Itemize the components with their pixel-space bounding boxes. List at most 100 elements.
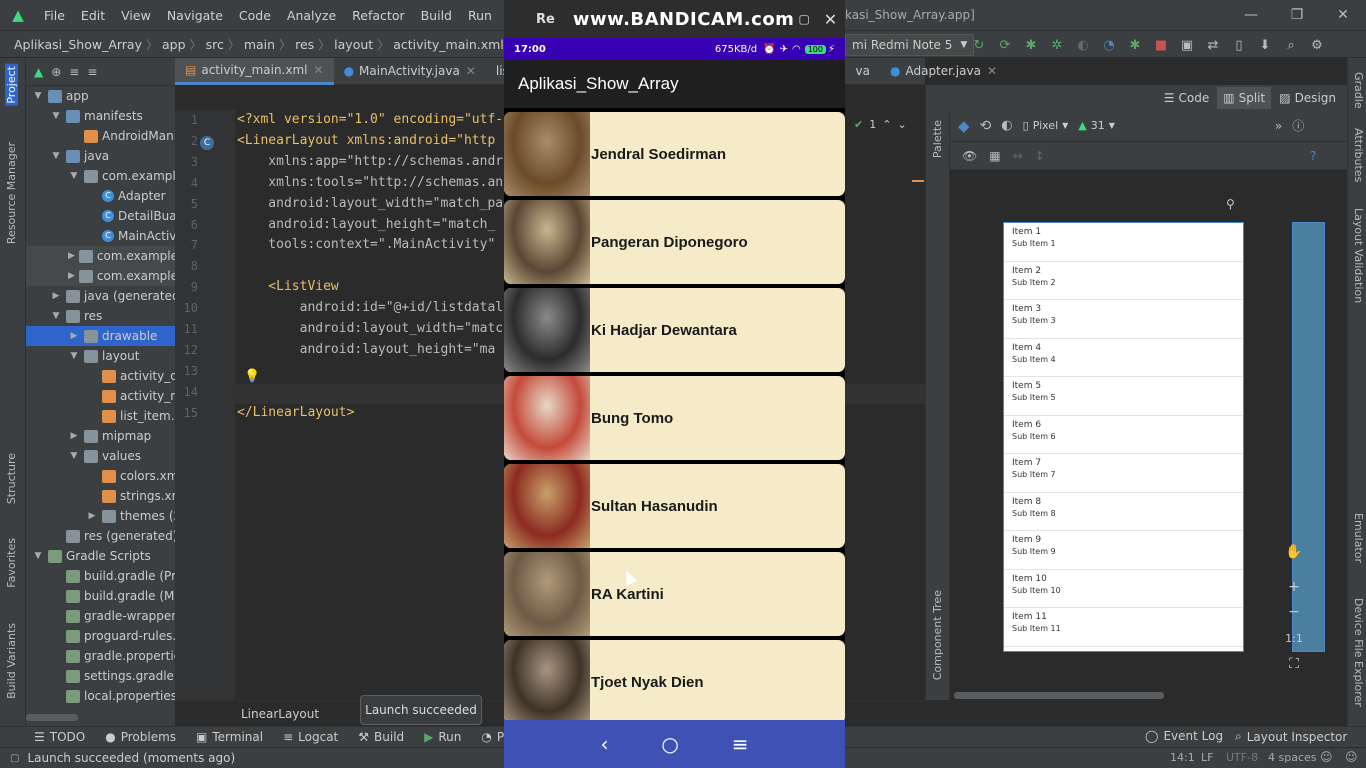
code-line[interactable]: tools:context=".MainActivity" xyxy=(237,237,495,252)
zoom-actual-button[interactable]: 1:1 xyxy=(1281,627,1307,649)
horizontal-resize-icon[interactable]: ↔ xyxy=(1013,149,1023,163)
tree-item[interactable]: ▼ java xyxy=(50,146,110,166)
android-studio-logo-icon[interactable]: ▲ xyxy=(0,0,36,30)
collapse-all-icon[interactable]: ≡ xyxy=(87,65,97,79)
hero-list-item[interactable]: RA Kartini xyxy=(504,552,845,636)
resource-manager-tab[interactable]: Resource Manager xyxy=(5,142,18,244)
back-icon[interactable]: ‹ xyxy=(600,732,608,756)
home-icon[interactable]: ○ xyxy=(661,732,678,756)
close-tab-icon[interactable]: ✕ xyxy=(987,64,997,78)
hero-list-item[interactable]: Ki Hadjar Dewantara xyxy=(504,288,845,372)
code-line[interactable]: xmlns:tools="http://schemas.an xyxy=(237,175,503,190)
device-manager-icon[interactable]: ▯ xyxy=(1228,34,1250,56)
todo-tab[interactable]: ☰ TODO xyxy=(0,730,95,744)
hero-list-item[interactable]: Tjoet Nyak Dien xyxy=(504,640,845,720)
tree-item[interactable]: gradle-wrapper.p xyxy=(50,606,175,626)
restore-icon[interactable]: ❐ xyxy=(1274,0,1320,30)
attach-icon[interactable]: ✱ xyxy=(1124,34,1146,56)
menu-file[interactable]: File xyxy=(36,8,73,23)
collapsed-arrow-icon[interactable]: ▶ xyxy=(68,431,80,441)
palette-tab[interactable]: Palette xyxy=(931,120,944,158)
help-icon[interactable]: ? xyxy=(1310,149,1316,163)
menu-edit[interactable]: Edit xyxy=(73,8,113,23)
code-line[interactable]: android:id="@+id/listdatal xyxy=(237,300,504,315)
settings-icon[interactable]: ⚙ xyxy=(1306,34,1328,56)
problems-tab[interactable]: ● Problems xyxy=(95,730,186,744)
project-structure-icon[interactable]: ▣ xyxy=(1176,34,1198,56)
event-log-tab[interactable]: ◯ Event Log xyxy=(1135,729,1233,743)
tree-item[interactable]: build.gradle (Pro xyxy=(50,566,175,586)
tab-detail[interactable]: va xyxy=(846,58,880,85)
info-icon[interactable]: ⓘ xyxy=(1292,117,1304,134)
profiler-icon[interactable]: ◔ xyxy=(1098,34,1120,56)
tree-item[interactable]: gradle.properties xyxy=(50,646,175,666)
hero-list-item[interactable]: Sultan Hasanudin xyxy=(504,464,845,548)
preview-list-item[interactable]: Item 4 Sub Item 4 xyxy=(1004,339,1243,377)
code-view-button[interactable]: ☰ Code xyxy=(1158,87,1216,109)
expanded-arrow-icon[interactable]: ▼ xyxy=(50,311,62,321)
blueprint-icon[interactable]: ▦ xyxy=(989,149,1000,163)
code-line[interactable]: android:layout_height="ma xyxy=(237,342,496,357)
favorites-tab[interactable]: Favorites xyxy=(5,538,18,588)
maximize-icon[interactable]: ▢ xyxy=(798,12,809,26)
minimize-icon[interactable]: — xyxy=(1228,0,1274,30)
expand-all-icon[interactable]: ≡ xyxy=(69,65,79,79)
tree-item[interactable]: ▼ res xyxy=(50,306,103,326)
search-icon[interactable]: ⌕ xyxy=(1280,34,1302,56)
sync-gradle-icon[interactable]: ⇄ xyxy=(1202,34,1224,56)
tree-item[interactable]: ▶ com.example xyxy=(26,246,175,266)
collapsed-arrow-icon[interactable]: ▶ xyxy=(50,291,62,301)
tree-item[interactable]: ▶ mipmap xyxy=(68,426,152,446)
layout-preview[interactable]: Item 1 Sub Item 1 Item 2 Sub Item 2 Item 3 Su… xyxy=(1003,222,1244,652)
close-tab-icon[interactable]: ✕ xyxy=(314,63,324,77)
apply-code-changes-icon[interactable]: ⟳ xyxy=(994,34,1016,56)
android-view-icon[interactable]: ▲ xyxy=(34,65,43,79)
attributes-tab[interactable]: Attributes xyxy=(1352,128,1365,182)
caret-position[interactable]: 14:1 xyxy=(1170,751,1195,764)
lightbulb-icon[interactable]: 💡 xyxy=(244,369,260,384)
horizontal-scrollbar[interactable] xyxy=(954,692,1164,699)
hero-list[interactable]: Jendral Soedirman Pangeran Diponegoro Ki H… xyxy=(504,108,845,720)
tree-item[interactable]: ▼ manifests xyxy=(50,106,143,126)
tree-item[interactable]: ▼ app xyxy=(32,86,89,106)
menu-navigate[interactable]: Navigate xyxy=(159,8,231,23)
night-mode-icon[interactable]: ◐ xyxy=(1001,118,1012,133)
tree-item[interactable]: res (generated) xyxy=(50,526,175,546)
split-view-button[interactable]: ▥ Split xyxy=(1217,86,1272,109)
breadcrumb-item[interactable]: layout xyxy=(330,37,377,52)
zoom-out-icon[interactable]: − xyxy=(1281,601,1307,623)
menu-refactor[interactable]: Refactor xyxy=(344,8,412,23)
expanded-arrow-icon[interactable]: ▼ xyxy=(50,111,62,121)
tree-item[interactable]: C Adapter xyxy=(86,186,166,206)
tree-item[interactable]: colors.xm xyxy=(86,466,175,486)
tree-item[interactable]: ▶ com.example xyxy=(26,266,175,286)
profile-icon[interactable]: ◐ xyxy=(1072,34,1094,56)
warning-stripe-mark[interactable] xyxy=(912,180,924,182)
preview-list-item[interactable]: Item 6 Sub Item 6 xyxy=(1004,416,1243,454)
vertical-resize-icon[interactable]: ↕ xyxy=(1035,149,1045,163)
tree-item[interactable]: ▼ layout xyxy=(68,346,140,366)
up-arrow-icon[interactable]: ⌃ xyxy=(882,118,891,131)
tree-item[interactable]: activity_m xyxy=(86,386,175,406)
preview-list-item[interactable]: Item 8 Sub Item 8 xyxy=(1004,493,1243,531)
collapsed-arrow-icon[interactable]: ▶ xyxy=(68,251,75,261)
emulator-tab[interactable]: Emulator xyxy=(1352,513,1365,563)
menu-build[interactable]: Build xyxy=(413,8,460,23)
layout-inspector-tab[interactable]: ⌕ Layout Inspector xyxy=(1225,729,1357,744)
structure-tab[interactable]: Structure xyxy=(5,453,18,504)
expanded-arrow-icon[interactable]: ▼ xyxy=(68,351,80,361)
tree-item[interactable]: AndroidMani xyxy=(68,126,175,146)
expanded-arrow-icon[interactable]: ▼ xyxy=(68,451,80,461)
expanded-arrow-icon[interactable]: ▼ xyxy=(32,551,44,561)
tab-adapter[interactable]: ● Adapter.java ✕ xyxy=(880,58,1007,85)
menu-code[interactable]: Code xyxy=(231,8,279,23)
breadcrumb-item[interactable]: src xyxy=(202,37,228,52)
code-line[interactable]: </LinearLayout> xyxy=(237,405,354,420)
hero-list-item[interactable]: Jendral Soedirman xyxy=(504,112,845,196)
pan-icon[interactable]: ✋ xyxy=(1281,541,1307,563)
file-encoding[interactable]: UTF-8 xyxy=(1226,751,1258,764)
pin-icon[interactable]: ⚲ xyxy=(1226,197,1235,211)
close-mirror-icon[interactable]: ✕ xyxy=(824,10,837,29)
zoom-in-icon[interactable]: + xyxy=(1281,576,1307,598)
expanded-arrow-icon[interactable]: ▼ xyxy=(50,151,62,161)
